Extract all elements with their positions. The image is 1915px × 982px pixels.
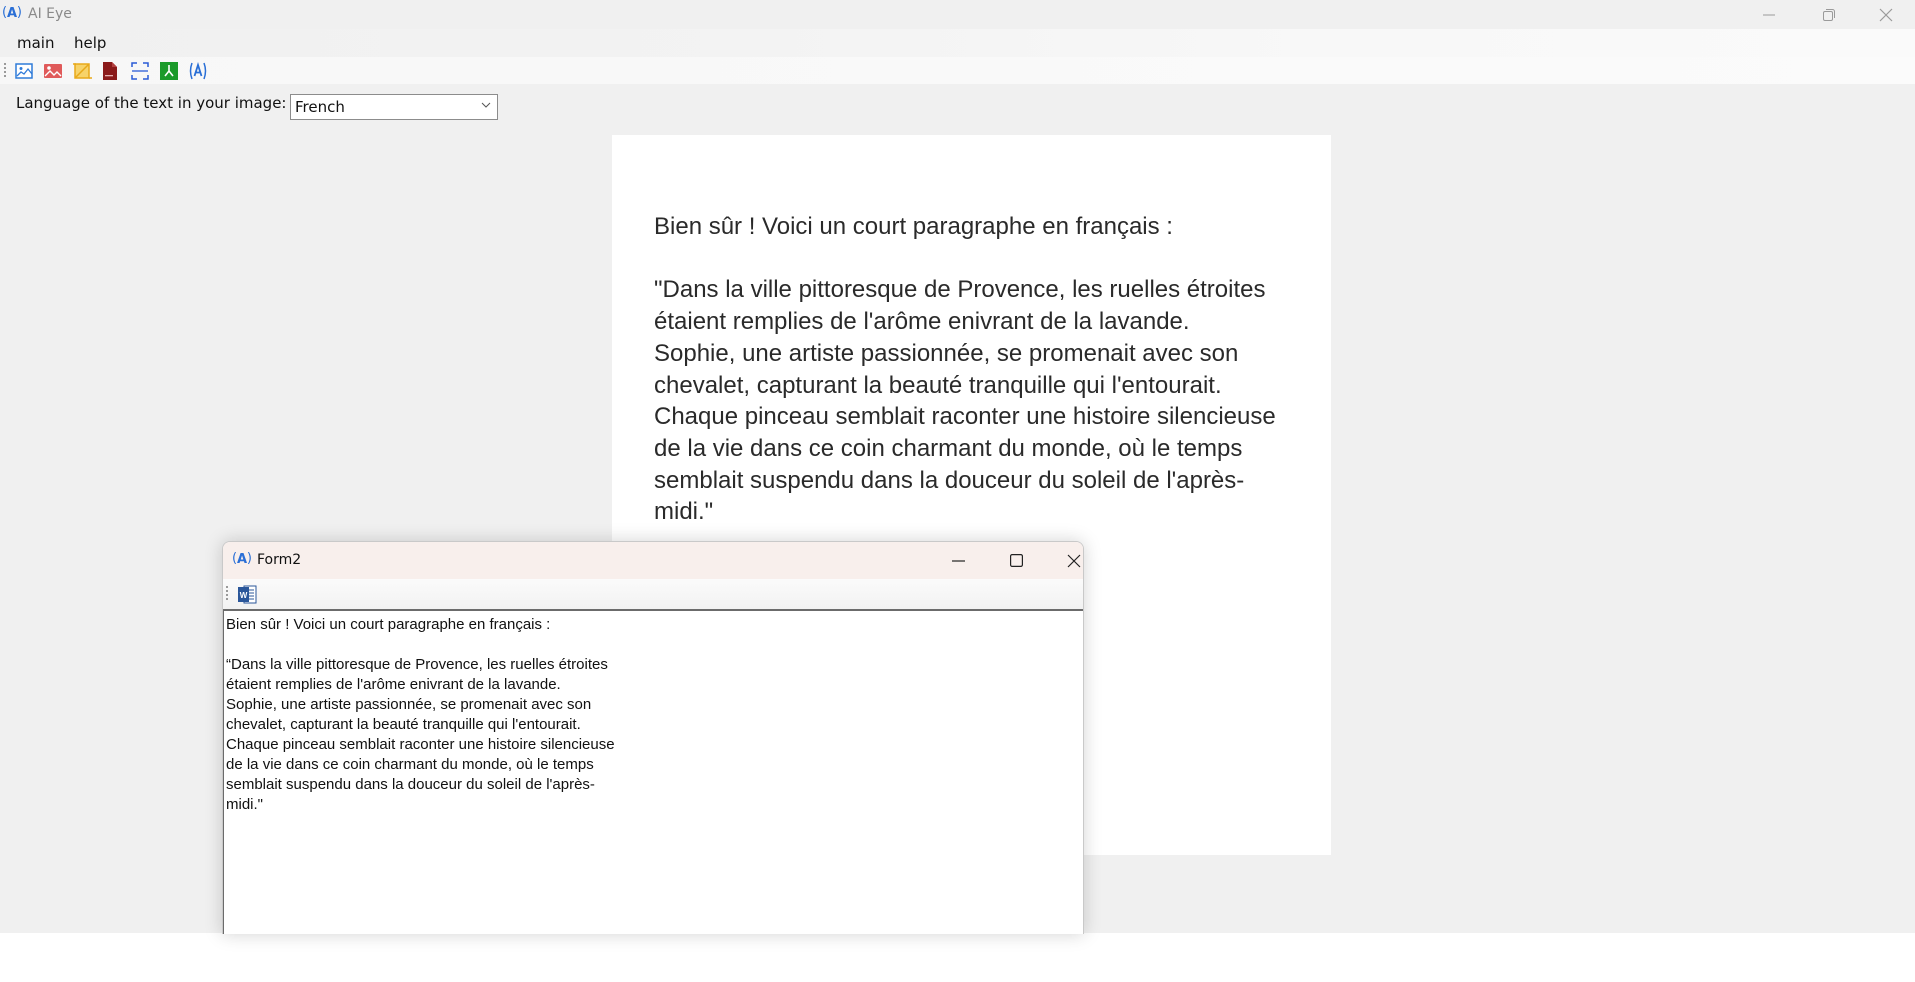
image-red-icon[interactable] — [43, 61, 63, 81]
close-button[interactable] — [1857, 0, 1915, 29]
minimize-icon — [951, 559, 965, 562]
form2-result-textbox[interactable]: Bien sûr ! Voici un court paragraphe en … — [223, 609, 1083, 934]
pdf-file-icon[interactable] — [100, 61, 120, 81]
form2-minimize-button[interactable] — [929, 542, 987, 579]
ocr-logo-icon[interactable] — [188, 61, 208, 81]
title-bar: A AI Eye — [0, 0, 1915, 29]
form2-title: Form2 — [257, 552, 302, 568]
restore-icon — [1823, 8, 1835, 21]
form2-toolbar: W — [223, 579, 1083, 609]
form2-maximize-button[interactable] — [987, 542, 1045, 579]
main-toolbar — [0, 57, 1915, 84]
svg-text:W: W — [240, 591, 248, 600]
menu-bar: main help — [0, 29, 1915, 57]
maximize-icon — [1009, 554, 1023, 567]
menu-main[interactable]: main — [17, 34, 54, 52]
language-label: Language of the text in your image: — [16, 94, 287, 112]
toolbar-grip[interactable] — [4, 63, 6, 79]
window-title: AI Eye — [28, 6, 72, 22]
word-export-icon[interactable]: W — [237, 585, 257, 604]
language-select[interactable]: French — [290, 94, 498, 120]
form2-title-bar[interactable]: A Form2 — [223, 542, 1083, 579]
open-image-icon[interactable] — [14, 61, 34, 81]
language-selected-value: French — [295, 98, 345, 116]
form2-close-button[interactable] — [1045, 542, 1083, 579]
crop-icon[interactable] — [72, 61, 92, 81]
acrobat-icon[interactable] — [159, 61, 179, 81]
close-icon — [1067, 554, 1081, 567]
form2-result-text: Bien sûr ! Voici un court paragraphe en … — [226, 616, 615, 813]
form2-logo-icon: A — [232, 551, 252, 568]
form2-window: A Form2 W Bien sûr ! Voici un court para… — [222, 541, 1084, 934]
menu-help[interactable]: help — [74, 34, 106, 52]
chevron-down-icon — [481, 99, 491, 112]
restore-button[interactable] — [1800, 0, 1858, 29]
app-logo-icon: A — [2, 5, 22, 22]
scan-frame-icon[interactable] — [130, 61, 150, 81]
minimize-icon — [1763, 14, 1775, 15]
close-icon — [1879, 8, 1893, 21]
toolbar-grip[interactable] — [226, 586, 228, 602]
main-window: A AI Eye main help — [0, 0, 1915, 934]
minimize-button[interactable] — [1740, 0, 1798, 29]
image-text-content: Bien sûr ! Voici un court paragraphe en … — [654, 213, 1276, 526]
